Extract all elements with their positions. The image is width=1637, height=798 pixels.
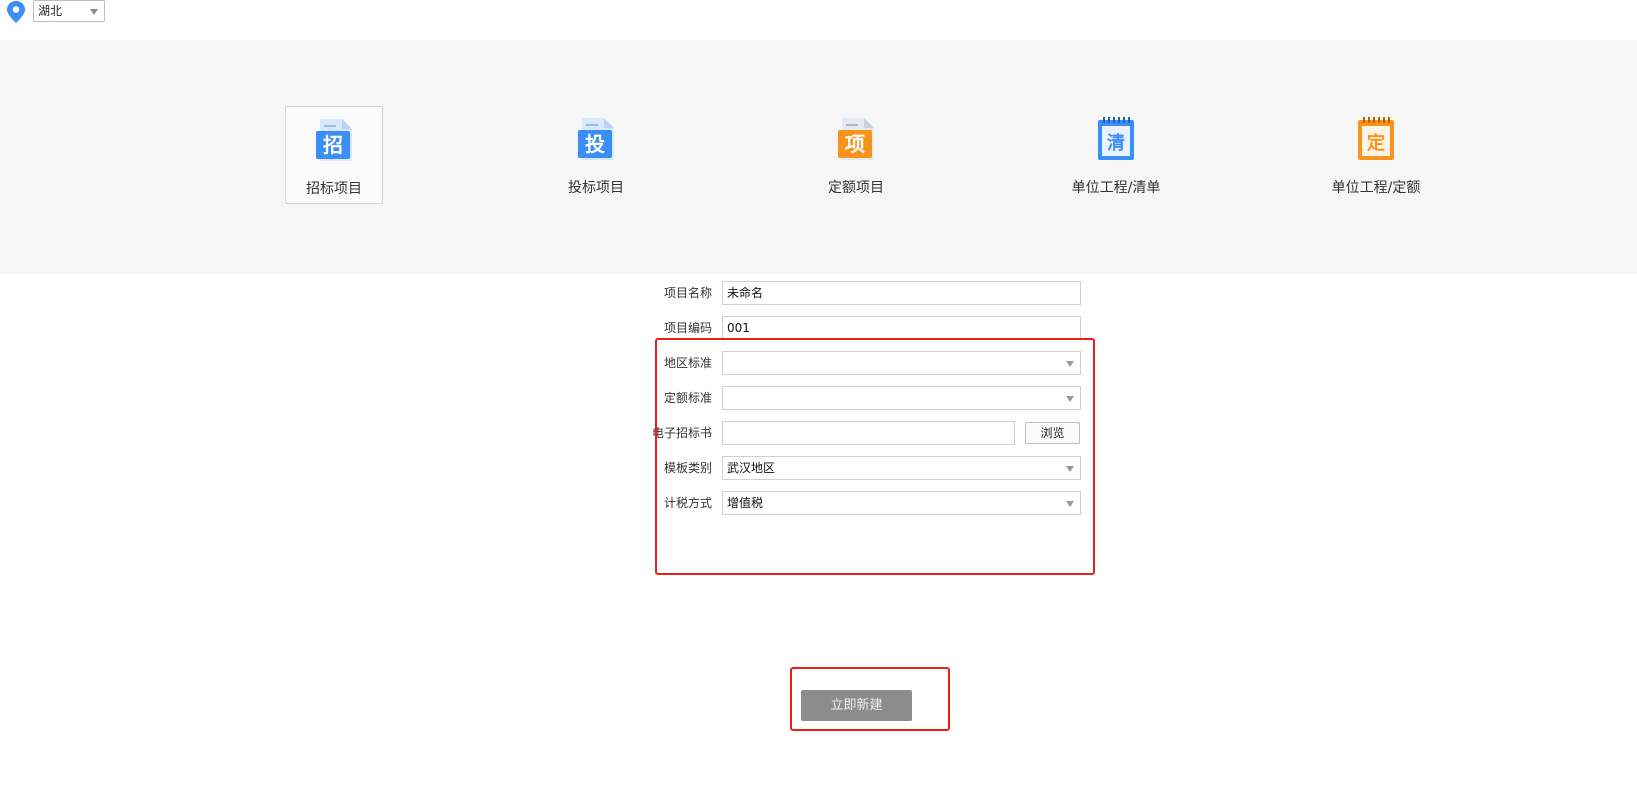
chevron-down-icon xyxy=(1066,466,1074,472)
unit-list-notepad-icon: 清 xyxy=(1098,117,1134,160)
bid-document-icon: 投 xyxy=(578,118,614,160)
template-category-select[interactable]: 武汉地区 xyxy=(722,456,1081,480)
chevron-down-icon xyxy=(1066,501,1074,507)
project-type-unit-list[interactable]: 清 单位工程/清单 xyxy=(1067,106,1165,204)
project-type-bid[interactable]: 投 投标项目 xyxy=(547,106,645,204)
region-select[interactable]: 湖北 xyxy=(33,0,105,22)
project-name-value: 未命名 xyxy=(727,286,764,300)
project-name-input[interactable]: 未命名 xyxy=(722,281,1081,305)
e-tender-label: 电子招标书 xyxy=(651,426,712,440)
project-type-unit-quota[interactable]: 定 单位工程/定额 xyxy=(1327,106,1425,204)
project-name-label: 项目名称 xyxy=(663,286,712,300)
unit-quota-glyph: 定 xyxy=(1367,132,1385,154)
tax-method-value: 增值税 xyxy=(727,496,764,510)
region-standard-label: 地区标准 xyxy=(663,356,712,370)
project-type-label: 定额项目 xyxy=(828,180,884,196)
tax-method-select[interactable]: 增值税 xyxy=(722,491,1081,515)
project-code-label: 项目编码 xyxy=(663,321,712,335)
region-select-value: 湖北 xyxy=(38,4,63,18)
unit-quota-notepad-icon: 定 xyxy=(1358,117,1394,160)
quota-document-icon: 项 xyxy=(838,118,874,160)
project-type-quota[interactable]: 项 定额项目 xyxy=(807,106,905,204)
project-type-tender[interactable]: 招 招标项目 xyxy=(285,106,383,204)
template-category-value: 武汉地区 xyxy=(727,461,776,475)
chevron-down-icon xyxy=(90,9,98,15)
tender-document-icon: 招 xyxy=(316,119,352,161)
project-type-label: 招标项目 xyxy=(306,181,362,197)
tax-method-label: 计税方式 xyxy=(663,496,712,510)
project-code-input[interactable]: 001 xyxy=(722,316,1081,340)
project-type-label: 单位工程/定额 xyxy=(1331,180,1421,196)
project-type-label: 投标项目 xyxy=(568,180,624,196)
template-category-label: 模板类别 xyxy=(663,461,712,475)
create-now-button[interactable]: 立即新建 xyxy=(801,690,912,721)
project-type-label: 单位工程/清单 xyxy=(1071,180,1161,196)
quota-standard-label: 定额标准 xyxy=(663,391,712,405)
chevron-down-icon xyxy=(1066,361,1074,367)
quota-glyph: 项 xyxy=(845,132,865,156)
chevron-down-icon xyxy=(1066,396,1074,402)
location-pin-icon xyxy=(7,1,25,23)
quota-standard-select[interactable] xyxy=(722,386,1081,410)
tender-glyph: 招 xyxy=(323,133,343,157)
e-tender-path-input[interactable] xyxy=(722,421,1015,445)
bid-glyph: 投 xyxy=(585,132,605,156)
unit-list-glyph: 清 xyxy=(1107,133,1125,154)
browse-button[interactable]: 浏览 xyxy=(1025,422,1080,444)
region-standard-select[interactable] xyxy=(722,351,1081,375)
project-code-value: 001 xyxy=(727,321,750,335)
top-bar: 湖北 xyxy=(0,0,1637,38)
